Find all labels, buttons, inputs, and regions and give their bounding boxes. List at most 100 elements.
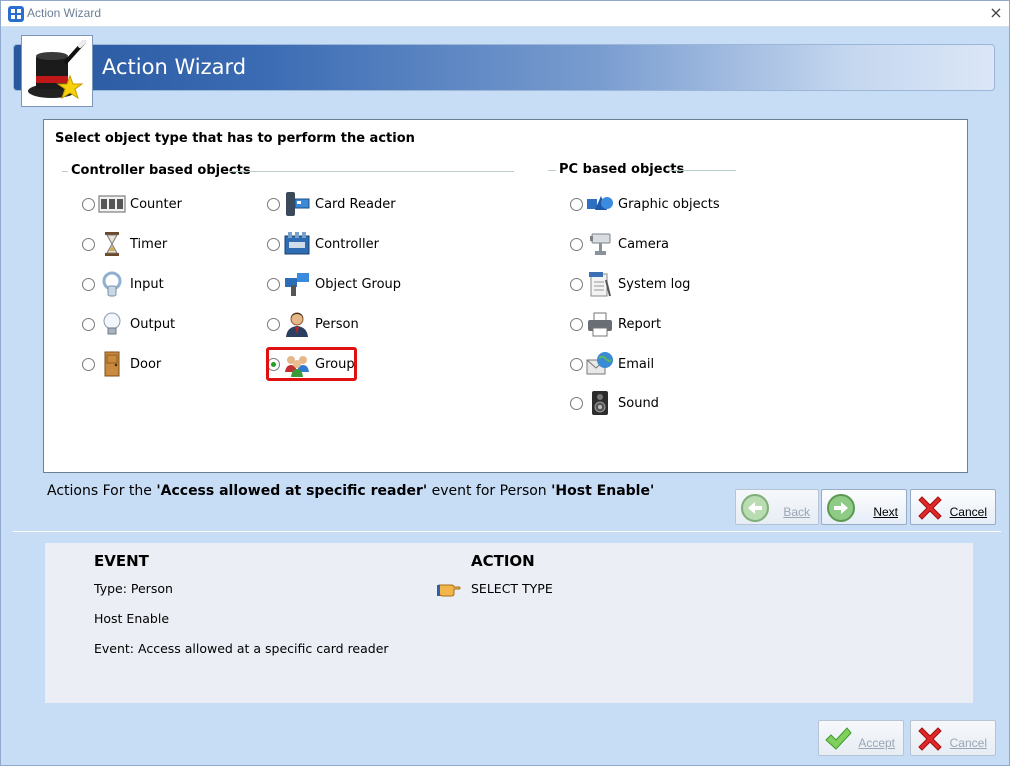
event-description: Event: Access allowed at a specific card…: [94, 641, 389, 656]
cancel-button[interactable]: Cancel: [910, 489, 996, 525]
window-title: Action Wizard: [27, 6, 102, 20]
system-log-icon: [589, 272, 611, 297]
group-divider: [668, 170, 736, 171]
group-divider: [62, 171, 68, 172]
option-graphic-objects[interactable]: Graphic objects: [570, 189, 720, 219]
next-arrow-icon: [827, 494, 855, 522]
lightbulb-icon: [103, 312, 121, 335]
actions-middle: event for Person: [427, 483, 552, 499]
option-label: Card Reader: [315, 196, 396, 212]
option-label: Sound: [618, 395, 659, 411]
option-system-log[interactable]: System log: [570, 269, 690, 299]
printer-icon: [588, 312, 612, 337]
option-label: Report: [618, 316, 662, 332]
cancel-label: Cancel: [949, 505, 987, 519]
system-log-radio[interactable]: [570, 277, 583, 291]
option-output[interactable]: Output: [82, 309, 175, 339]
object-group-radio[interactable]: [267, 277, 280, 291]
panel-heading: Select object type that has to perform t…: [55, 131, 415, 146]
section-divider: [13, 531, 1001, 532]
option-label: Output: [130, 316, 176, 332]
red-x-icon: [918, 496, 942, 520]
graphic-objects-icon: [587, 196, 613, 210]
event-type: Type: Person: [94, 581, 173, 596]
action-value: SELECT TYPE: [471, 581, 553, 596]
card-reader-icon: [286, 192, 310, 216]
camera-icon: [590, 233, 611, 255]
object-type-panel: Select object type that has to perform t…: [43, 119, 968, 473]
magic-hat-icon: [21, 35, 93, 107]
email-icon: [586, 352, 613, 375]
timer-radio[interactable]: [82, 237, 95, 251]
sound-radio[interactable]: [570, 396, 583, 410]
back-arrow-icon: [741, 494, 769, 522]
option-door[interactable]: Door: [82, 349, 161, 379]
option-card-reader[interactable]: Card Reader: [267, 189, 396, 219]
option-label: Camera: [618, 236, 670, 252]
input-icon: [102, 271, 122, 297]
back-label: Back: [783, 505, 810, 519]
close-window-button[interactable]: ×: [986, 3, 1006, 23]
option-camera[interactable]: Camera: [570, 229, 669, 259]
object-group-icon: [285, 273, 309, 296]
header-title: Action Wizard: [102, 55, 247, 79]
camera-radio[interactable]: [570, 237, 583, 251]
person-radio[interactable]: [267, 317, 280, 331]
actions-prefix: Actions For the: [47, 483, 157, 499]
option-input[interactable]: Input: [82, 269, 164, 299]
controller-group-title: Controller based objects: [71, 163, 251, 178]
card-reader-radio[interactable]: [267, 197, 280, 211]
option-timer[interactable]: Timer: [82, 229, 167, 259]
option-report[interactable]: Report: [570, 309, 661, 339]
option-person[interactable]: Person: [267, 309, 359, 339]
counter-radio[interactable]: [82, 197, 95, 211]
pointing-hand-icon: [437, 584, 461, 597]
output-radio[interactable]: [82, 317, 95, 331]
option-label: Email: [618, 356, 655, 372]
option-label: Controller: [315, 236, 379, 252]
counter-icon: [98, 195, 126, 213]
footer-cancel-label: Cancel: [949, 736, 987, 750]
red-x-icon: [918, 727, 942, 751]
summary-panel: EVENT Type: Person Host Enable Event: Ac…: [45, 543, 973, 703]
controller-radio[interactable]: [267, 237, 280, 251]
event-heading: EVENT: [94, 552, 149, 570]
email-radio[interactable]: [570, 357, 583, 371]
event-person-name: Host Enable: [94, 611, 170, 626]
option-controller[interactable]: Controller: [267, 229, 379, 259]
door-radio[interactable]: [82, 357, 95, 371]
controller-board-icon: [284, 232, 310, 255]
app-grid-icon: [8, 6, 24, 22]
title-bar: Action Wizard ×: [1, 1, 1009, 27]
next-button[interactable]: Next: [821, 489, 907, 525]
action-heading: ACTION: [471, 552, 535, 570]
option-label: Door: [130, 356, 162, 372]
option-object-group[interactable]: Object Group: [267, 269, 401, 299]
accept-button[interactable]: Accept: [818, 720, 904, 756]
option-label: Graphic objects: [618, 196, 720, 212]
option-label: Counter: [130, 196, 182, 212]
group-divider: [548, 170, 556, 171]
graphic-objects-radio[interactable]: [570, 197, 583, 211]
group-divider: [230, 171, 514, 172]
option-label: Person: [315, 316, 359, 332]
option-counter[interactable]: Counter: [82, 189, 182, 219]
option-label: System log: [618, 276, 691, 292]
accept-label: Accept: [858, 736, 895, 750]
hourglass-icon: [105, 232, 119, 256]
option-label: Timer: [130, 236, 168, 252]
option-email[interactable]: Email: [570, 349, 654, 379]
back-button[interactable]: Back: [735, 489, 819, 525]
input-radio[interactable]: [82, 277, 95, 291]
speaker-icon: [592, 391, 608, 415]
option-sound[interactable]: Sound: [570, 388, 659, 418]
actions-description: Actions For the 'Access allowed at speci…: [47, 483, 654, 499]
option-label: Object Group: [315, 276, 402, 292]
door-icon: [104, 351, 120, 377]
footer-cancel-button[interactable]: Cancel: [910, 720, 996, 756]
person-icon: [286, 312, 308, 337]
actions-person-name: 'Host Enable': [551, 483, 655, 499]
green-check-icon: [825, 727, 852, 750]
next-label: Next: [873, 505, 898, 519]
report-radio[interactable]: [570, 317, 583, 331]
